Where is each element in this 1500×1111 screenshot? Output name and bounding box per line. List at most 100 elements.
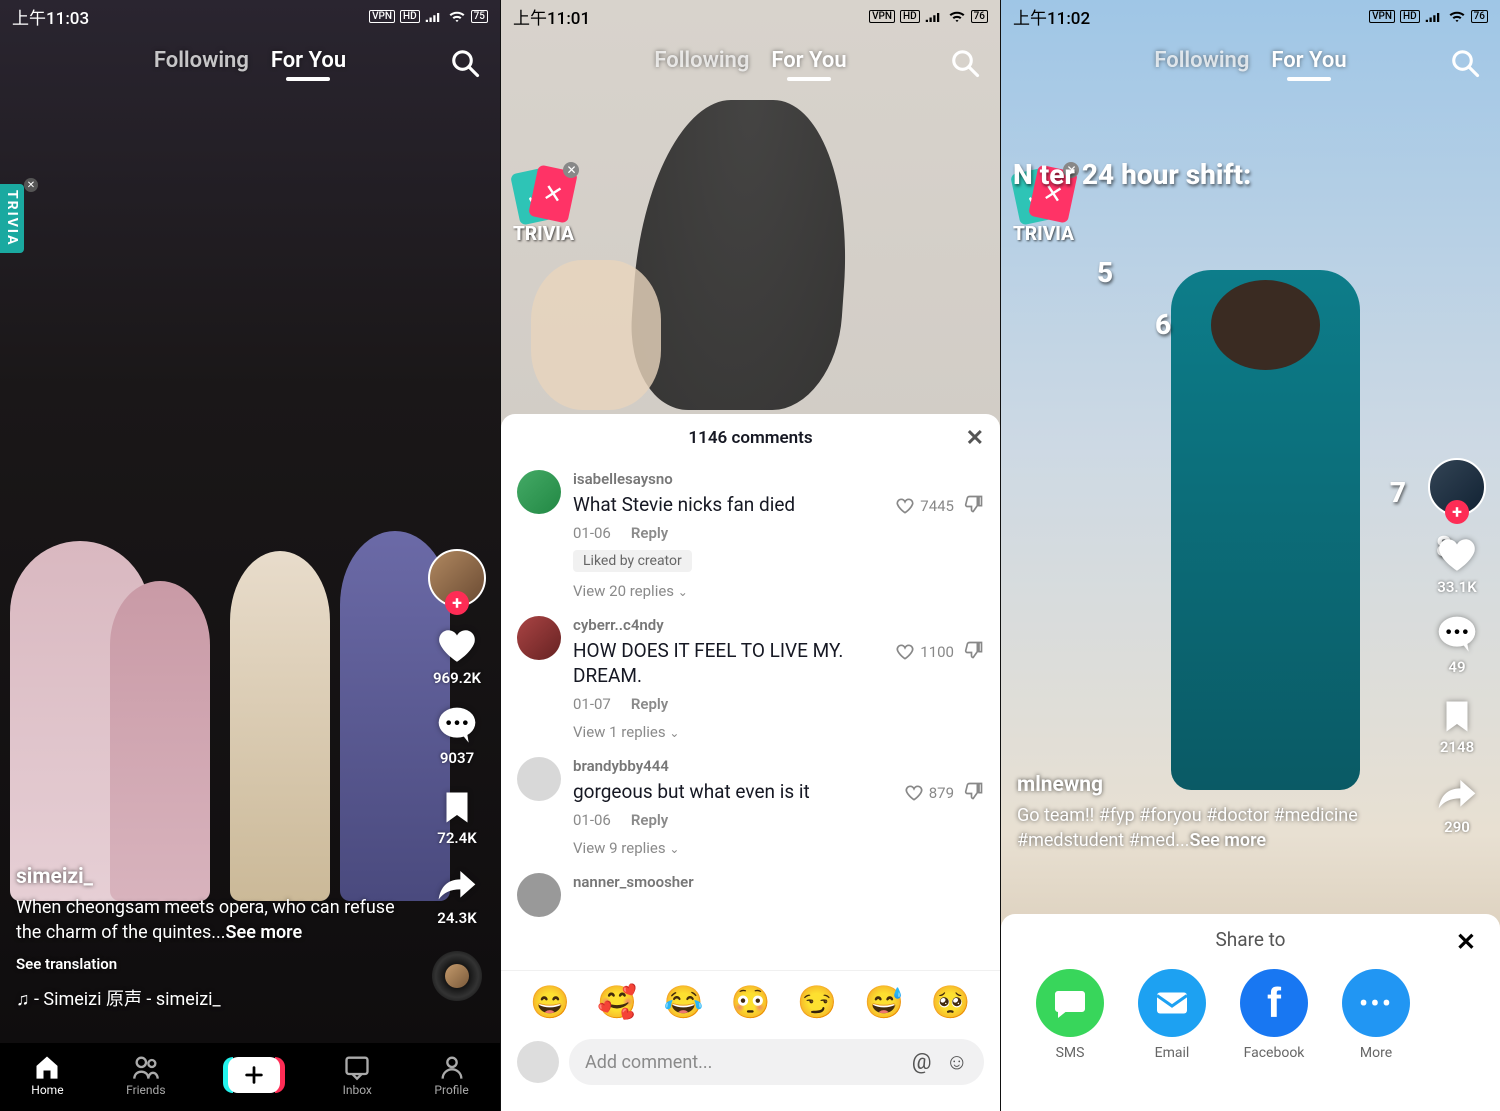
share-target-sms[interactable]: SMS	[1031, 969, 1109, 1061]
comments-header: 1146 comments ✕	[501, 414, 1000, 462]
username[interactable]: mlnewng	[1017, 773, 1400, 797]
view-replies[interactable]: View 1 replies ⌄	[573, 723, 883, 741]
tab-following[interactable]: Following	[1154, 48, 1249, 73]
view-replies[interactable]: View 20 replies ⌄	[573, 582, 883, 600]
see-more[interactable]: See more	[1189, 830, 1266, 851]
tab-for-you[interactable]: For You	[271, 48, 346, 73]
mention-icon[interactable]: @	[912, 1050, 932, 1075]
video-content-placeholder	[1211, 280, 1321, 370]
emoji-quick[interactable]: 😳	[731, 983, 771, 1021]
creator-avatar[interactable]: +	[1428, 458, 1486, 516]
comment-like[interactable]: 7445	[895, 496, 954, 516]
hd-badge: HD	[900, 10, 920, 23]
battery-badge: 75	[471, 10, 488, 23]
comment-dislike[interactable]	[964, 781, 984, 805]
phone-screen-2: 上午11:01 VPN HD 76 Following For You ✓✕✕ …	[500, 0, 1000, 1111]
share-button[interactable]: 24.3K	[436, 865, 478, 927]
reply-button[interactable]: Reply	[631, 695, 668, 713]
comment-date: 01-06	[573, 811, 611, 829]
follow-plus-icon[interactable]: +	[1445, 500, 1469, 524]
share-target-facebook[interactable]: fFacebook	[1235, 969, 1313, 1061]
search-button[interactable]	[1450, 48, 1480, 82]
comment-text: gorgeous but what even is it	[573, 779, 892, 805]
search-button[interactable]	[450, 48, 480, 82]
action-rail: + 969.2K 9037 72.4K 24.3K	[428, 549, 486, 1001]
nav-create[interactable]	[228, 1057, 280, 1093]
close-icon[interactable]: ✕	[1456, 928, 1476, 956]
view-replies[interactable]: View 9 replies ⌄	[573, 839, 892, 857]
commenter-name[interactable]: isabellesaysno	[573, 470, 883, 488]
bookmark-icon	[436, 785, 478, 827]
commenter-avatar[interactable]	[517, 873, 561, 917]
battery-badge: 76	[1471, 10, 1488, 23]
status-icons: VPN HD 76	[1369, 9, 1488, 23]
follow-plus-icon[interactable]: +	[445, 591, 469, 615]
reply-button[interactable]: Reply	[631, 524, 668, 542]
search-button[interactable]	[950, 48, 980, 82]
status-bar: 上午11:01 VPN HD 76	[501, 0, 1000, 32]
friends-icon	[132, 1053, 160, 1081]
username[interactable]: simeizi_	[16, 865, 400, 889]
share-button[interactable]: 290	[1436, 774, 1478, 836]
nav-profile[interactable]: Profile	[434, 1053, 468, 1097]
emoji-icon[interactable]: ☺	[946, 1049, 968, 1075]
see-more[interactable]: See more	[226, 922, 303, 943]
nav-home[interactable]: Home	[31, 1053, 63, 1097]
bottom-nav: Home Friends Inbox Profile	[0, 1043, 500, 1111]
tab-following[interactable]: Following	[154, 48, 249, 73]
comment-input-row: Add comment... @ ☺	[501, 1031, 1000, 1111]
commenter-avatar[interactable]	[517, 616, 561, 660]
save-button[interactable]: 72.4K	[436, 785, 478, 847]
comment-input[interactable]: Add comment... @ ☺	[569, 1039, 984, 1085]
comment-like[interactable]: 879	[904, 783, 954, 803]
save-button[interactable]: 2148	[1436, 694, 1478, 756]
comment-button[interactable]: 9037	[436, 705, 478, 767]
trivia-badge[interactable]: ✓✕✕ TRIVIA	[513, 168, 574, 245]
commenter-avatar[interactable]	[517, 757, 561, 801]
comment-button[interactable]: 49	[1436, 614, 1478, 676]
save-count: 72.4K	[437, 829, 476, 847]
sound-marquee[interactable]: ♫ - Simeizi 原声 - simeizi_	[16, 985, 400, 1011]
signal-icon	[425, 9, 443, 23]
share-count: 290	[1444, 818, 1470, 836]
see-translation[interactable]: See translation	[16, 955, 400, 973]
comment-item: cyberr..c4ndy HOW DOES IT FEEL TO LIVE M…	[517, 608, 984, 749]
status-time: 上午11:01	[513, 4, 590, 29]
emoji-quick[interactable]: 😏	[797, 983, 837, 1021]
like-count: 33.1K	[1437, 578, 1476, 596]
comment-dislike[interactable]	[964, 640, 984, 664]
feed-tabs: Following For You	[0, 48, 500, 73]
reply-button[interactable]: Reply	[631, 811, 668, 829]
emoji-quick[interactable]: 😅	[864, 983, 904, 1021]
comment-like[interactable]: 1100	[895, 642, 954, 662]
comments-list[interactable]: isabellesaysno What Stevie nicks fan die…	[501, 462, 1000, 970]
close-icon[interactable]: ✕	[966, 426, 984, 451]
tab-following[interactable]: Following	[654, 48, 749, 73]
trivia-side-tag[interactable]: TRIVIA	[0, 184, 24, 253]
like-button[interactable]: 969.2K	[433, 625, 481, 687]
tab-for-you[interactable]: For You	[771, 48, 846, 73]
feed-tabs: Following For You	[501, 48, 1000, 73]
nav-inbox[interactable]: Inbox	[343, 1053, 372, 1097]
commenter-name[interactable]: cyberr..c4ndy	[573, 616, 883, 634]
like-count: 969.2K	[433, 669, 481, 687]
comment-item: brandybby444 gorgeous but what even is i…	[517, 749, 984, 865]
tab-for-you[interactable]: For You	[1271, 48, 1346, 73]
emoji-quick[interactable]: 🥰	[597, 983, 637, 1021]
inbox-icon	[343, 1053, 371, 1081]
nav-friends[interactable]: Friends	[126, 1053, 165, 1097]
commenter-name[interactable]: brandybby444	[573, 757, 892, 775]
emoji-quick[interactable]: 😂	[664, 983, 704, 1021]
vpn-badge: VPN	[869, 10, 895, 23]
like-button[interactable]: 33.1K	[1436, 534, 1478, 596]
share-target-email[interactable]: Email	[1133, 969, 1211, 1061]
comment-dislike[interactable]	[964, 494, 984, 518]
share-target-more[interactable]: •••More	[1337, 969, 1415, 1061]
emoji-quick[interactable]: 😄	[530, 983, 570, 1021]
creator-avatar[interactable]: +	[428, 549, 486, 607]
sound-disc[interactable]	[432, 951, 482, 1001]
commenter-avatar[interactable]	[517, 470, 561, 514]
emoji-quick[interactable]: 🥺	[931, 983, 971, 1021]
trivia-close-icon[interactable]: ✕	[24, 178, 38, 192]
commenter-name[interactable]: nanner_smoosher	[573, 873, 984, 891]
